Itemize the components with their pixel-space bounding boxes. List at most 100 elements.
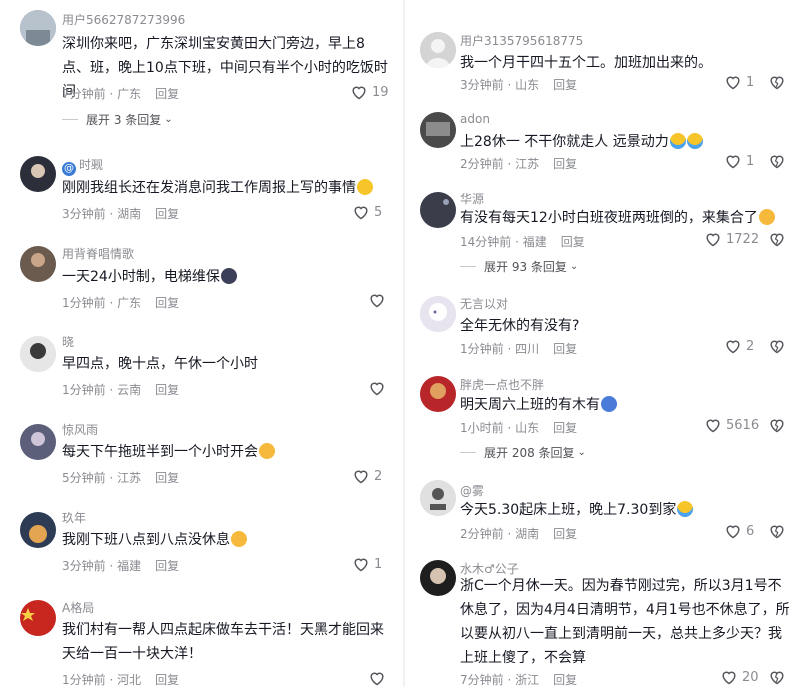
dislike-button[interactable]	[768, 231, 786, 251]
comment-item: 用户3135795618775 我一个月干四十五个工。加班加出来的。 3分钟前 …	[408, 26, 800, 96]
reply-button[interactable]: 回复	[561, 235, 585, 249]
avatar[interactable]	[420, 32, 456, 68]
comment-text: 今天5.30起床上班，晚上7.30到家	[460, 498, 790, 522]
left-comment-column: 用户5662787273996 深圳你来吧，广东深圳宝安黄田大门旁边，早上8点、…	[0, 0, 400, 687]
like-button[interactable]: 2	[352, 468, 382, 484]
dislike-button[interactable]	[768, 523, 786, 543]
reply-button[interactable]: 回复	[553, 673, 577, 687]
avatar[interactable]	[20, 424, 56, 460]
avatar[interactable]	[420, 112, 456, 148]
heart-outline-icon	[370, 382, 384, 396]
comment-text: 全年无休的有没有?	[460, 318, 580, 334]
username[interactable]: @雾	[460, 482, 484, 499]
scared-emoji-icon	[601, 396, 617, 412]
avatar[interactable]	[420, 560, 456, 596]
avatar[interactable]	[20, 512, 56, 548]
heart-outline-icon	[354, 558, 368, 572]
username[interactable]: 晓	[62, 333, 74, 350]
avatar[interactable]	[20, 246, 56, 282]
timestamp-location: 3分钟前 · 山东	[460, 78, 540, 92]
username[interactable]: 惊风雨	[62, 421, 98, 438]
reply-button[interactable]: 回复	[155, 471, 179, 485]
timestamp-location: 1分钟前 · 四川	[460, 342, 540, 356]
like-button[interactable]: 5616	[704, 417, 759, 433]
like-count: 5	[374, 204, 383, 220]
avatar[interactable]	[20, 600, 56, 636]
avatar[interactable]	[20, 156, 56, 192]
comment-meta: 7分钟前 · 广东 回复	[62, 85, 179, 102]
reply-button[interactable]: 回复	[553, 78, 577, 92]
comment-text: 早四点，晚十点，午休一个小时	[62, 356, 258, 372]
username[interactable]: A格局	[62, 599, 94, 616]
comment-item: A格局 我们村有一帮人四点起床做车去干活！天黑才能回来天给一百一十块大洋！ 1分…	[0, 594, 400, 687]
dislike-button[interactable]	[768, 669, 786, 687]
heart-outline-icon	[726, 525, 740, 539]
comment-meta: 1分钟前 · 四川 回复	[460, 340, 577, 357]
username[interactable]: 华源	[460, 190, 484, 207]
sweat-emoji-icon	[758, 209, 775, 225]
dislike-button[interactable]	[768, 338, 786, 358]
avatar[interactable]	[420, 296, 456, 332]
like-button[interactable]: 1	[352, 556, 382, 572]
username[interactable]: 用户5662787273996	[62, 11, 185, 28]
avatar[interactable]	[420, 192, 456, 228]
like-button[interactable]: 5	[352, 204, 382, 220]
username[interactable]: 无言以对	[460, 295, 508, 312]
dislike-button[interactable]	[768, 153, 786, 173]
like-button[interactable]: 19	[350, 84, 389, 100]
reply-button[interactable]: 回复	[155, 296, 179, 310]
column-divider	[403, 0, 405, 687]
avatar[interactable]	[420, 376, 456, 412]
broken-heart-icon	[770, 76, 784, 90]
expand-replies-button[interactable]: 展开 208 条回复 ⌄	[460, 444, 586, 461]
reply-button[interactable]: 回复	[553, 342, 577, 356]
reply-button[interactable]: 回复	[155, 207, 179, 221]
avatar[interactable]	[20, 10, 56, 46]
reply-button[interactable]: 回复	[155, 673, 179, 687]
like-button[interactable]: 1	[724, 153, 754, 169]
reply-button[interactable]: 回复	[553, 527, 577, 541]
broken-heart-icon	[770, 525, 784, 539]
username[interactable]: 胖虎一点也不胖	[460, 376, 544, 393]
like-button[interactable]: 6	[724, 523, 754, 539]
comment-text: 每天下午拖班半到一个小时开会	[62, 440, 392, 464]
username[interactable]: 用背脊唱情歌	[62, 245, 134, 262]
dislike-button[interactable]	[768, 74, 786, 94]
comment-item: adon 上28休一 不干你就走人 远景动力 2分钟前 · 江苏 回复 1	[408, 106, 800, 176]
like-count: 19	[372, 84, 389, 100]
comment-item: 华源 有没有每天12小时白班夜班两班倒的，来集合了 14分钟前 · 福建 回复 1…	[408, 186, 800, 280]
like-button[interactable]: 20	[720, 669, 759, 685]
timestamp-location: 1分钟前 · 广东	[62, 296, 142, 310]
expand-replies-button[interactable]: 展开 3 条回复 ⌄	[62, 111, 173, 128]
heart-outline-icon	[706, 419, 720, 433]
reply-button[interactable]: 回复	[155, 87, 179, 101]
avatar[interactable]	[20, 336, 56, 372]
comment-meta: 3分钟前 · 福建 回复	[62, 557, 179, 574]
dislike-button[interactable]	[768, 417, 786, 437]
username[interactable]: @ 时觋	[62, 156, 103, 176]
timestamp-location: 1小时前 · 山东	[460, 421, 540, 435]
like-button[interactable]	[368, 670, 386, 686]
reply-button[interactable]: 回复	[155, 383, 179, 397]
like-button[interactable]: 2	[724, 338, 754, 354]
like-button[interactable]	[368, 292, 386, 308]
comment-item: 胖虎一点也不胖 明天周六上班的有木有 1小时前 · 山东 回复 5616 展开 2…	[408, 370, 800, 464]
crying-emoji-icon	[677, 501, 694, 517]
comment-text: 刚刚我组长还在发消息问我工作周报上写的事情	[62, 176, 392, 200]
avatar[interactable]	[420, 480, 456, 516]
reply-button[interactable]: 回复	[553, 157, 577, 171]
reply-button[interactable]: 回复	[155, 559, 179, 573]
like-button[interactable]: 1722	[704, 231, 759, 247]
reply-button[interactable]: 回复	[553, 421, 577, 435]
comment-item: 无言以对 全年无休的有没有? 1分钟前 · 四川 回复 2	[408, 290, 800, 360]
comment-item: 晓 早四点，晚十点，午休一个小时 1分钟前 · 云南 回复	[0, 330, 400, 410]
like-button[interactable]	[368, 380, 386, 396]
username[interactable]: 用户3135795618775	[460, 32, 583, 49]
username[interactable]: adon	[460, 112, 490, 126]
username[interactable]: 玖年	[62, 509, 86, 526]
like-button[interactable]: 1	[724, 74, 754, 90]
comment-text: 浙C一个月休一天。因为春节刚过完，所以3月1号不休息了，因为4月4日清明节，4月…	[460, 578, 790, 666]
heart-outline-icon	[352, 86, 366, 100]
timestamp-location: 14分钟前 · 福建	[460, 235, 547, 249]
expand-replies-button[interactable]: 展开 93 条回复 ⌄	[460, 258, 578, 275]
